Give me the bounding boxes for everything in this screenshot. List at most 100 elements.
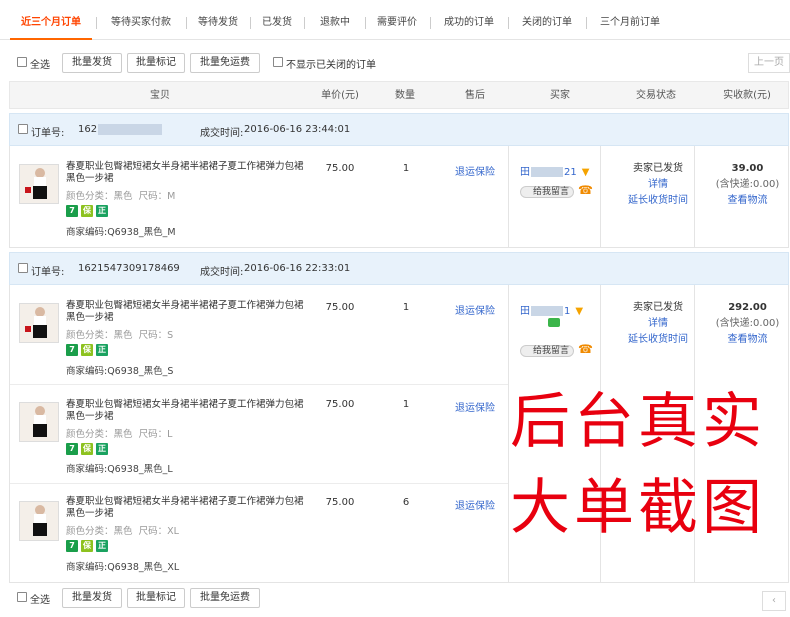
return-insurance-link[interactable]: 退运保险 [440,497,510,512]
select-all-checkbox[interactable] [17,592,27,602]
order-no-value: 1621547309178469 [78,263,180,274]
product-thumbnail[interactable] [19,501,59,541]
buyer-name[interactable]: 田 21 ▼ [520,163,589,178]
view-logistics-link[interactable]: 查看物流 [705,332,790,348]
tab-awaiting-shipment[interactable]: 等待发货 [190,0,246,40]
select-all-checkbox[interactable] [17,57,27,67]
unit-price: 75.00 [325,302,355,313]
paid-total: 292.00 [728,302,767,313]
prev-page-arrow-icon[interactable]: ‹ [762,591,786,611]
col-after-sale: 售后 [465,90,485,101]
batch-mark-button[interactable]: 批量标记 [127,53,185,73]
trade-status-cell: 卖家已发货 详情 延长收货时间 [612,161,704,209]
service-badges: 7保正 [66,344,111,358]
deal-time-value: 2016-06-16 22:33:01 [244,263,351,274]
tab-need-review[interactable]: 需要评价 [368,0,426,40]
hide-closed-label: 不显示已关闭的订单 [286,60,376,71]
unit-price: 75.00 [325,399,355,410]
batch-free-shipping-button[interactable]: 批量免运费 [190,588,260,608]
buyer-name[interactable]: 田 1 ▼ [520,302,583,317]
tab-refunding[interactable]: 退款中 [308,0,362,40]
order-header: 订单号: 1621547309178469 成交时间: 2016-06-16 2… [9,252,789,285]
tab-recent-3-months[interactable]: 近三个月订单 [10,0,92,40]
authentic-guarantee-icon: 正 [96,443,108,455]
paid-total: 39.00 [731,163,764,174]
select-all-label: 全选 [30,60,50,71]
extend-receipt-link[interactable]: 延长收货时间 [612,193,704,209]
product-attributes: 颜色分类：黑色 尺码：S [66,330,174,341]
quantity: 1 [402,399,410,410]
extend-receipt-link[interactable]: 延长收货时间 [612,332,704,348]
tab-divider [186,17,187,29]
return-insurance-link[interactable]: 退运保险 [440,163,510,178]
product-name[interactable]: 春夏职业包臀裙短裙女半身裙半裙裙子夏工作裙弹力包裙黑色一步裙 [66,496,306,520]
seven-day-return-icon: 7 [66,540,78,552]
unit-price: 75.00 [325,497,355,508]
seven-day-return-icon: 7 [66,443,78,455]
order-no-label: 订单号: [31,128,65,139]
batch-free-shipping-button[interactable]: 批量免运费 [190,53,260,73]
product-name[interactable]: 春夏职业包臀裙短裙女半身裙半裙裙子夏工作裙弹力包裙黑色一步裙 [66,399,306,423]
order-checkbox[interactable] [18,263,28,273]
batch-mark-button[interactable]: 批量标记 [127,588,185,608]
flag-icon[interactable]: ▼ [575,306,583,317]
details-link[interactable]: 详情 [612,177,704,193]
quantity: 6 [402,497,410,508]
tab-successful[interactable]: 成功的订单 [434,0,504,40]
order-no-label: 订单号: [31,267,65,278]
deal-time-value: 2016-06-16 23:44:01 [244,124,351,135]
unit-price: 75.00 [325,163,355,174]
deal-time-label: 成交时间: [200,128,244,139]
col-buyer: 买家 [550,90,570,101]
service-badges: 7保正 [66,540,111,554]
tab-divider [586,17,587,29]
product-name[interactable]: 春夏职业包臀裙短裙女半身裙半裙裙子夏工作裙弹力包裙黑色一步裙 [66,161,306,185]
product-thumbnail[interactable] [19,164,59,204]
service-badges: 7保正 [66,205,111,219]
batch-ship-button[interactable]: 批量发货 [62,588,122,608]
order-header: 订单号: 162 成交时间: 2016-06-16 23:44:01 [9,113,789,146]
trade-status-cell: 卖家已发货 详情 延长收货时间 [612,300,704,348]
status-shipped: 卖家已发货 [633,163,683,174]
order-checkbox[interactable] [18,124,28,134]
tab-awaiting-payment[interactable]: 等待买家付款 [100,0,182,40]
merchant-code: 商家编码:Q6938_黑色_XL [66,562,180,573]
chat-icon[interactable] [548,318,560,327]
consumer-protection-icon: 保 [81,344,93,356]
product-attributes: 颜色分类：黑色 尺码：XL [66,526,179,537]
hide-closed-checkbox[interactable] [273,57,283,67]
leave-message-button[interactable]: 给我留言 [520,345,575,357]
product-thumbnail[interactable] [19,402,59,442]
tab-older-than-3-months[interactable]: 三个月前订单 [590,0,670,40]
tab-divider [365,17,366,29]
bottom-toolbar: 全选 批量发货 批量标记 批量免运费 ‹ [0,585,790,615]
order-card: 春夏职业包臀裙短裙女半身裙半裙裙子夏工作裙弹力包裙黑色一步裙 颜色分类：黑色 尺… [9,146,789,248]
phone-icon[interactable]: ☎ [578,342,593,356]
tab-shipped[interactable]: 已发货 [254,0,300,40]
consumer-protection-icon: 保 [81,443,93,455]
return-insurance-link[interactable]: 退运保险 [440,302,510,317]
product-attributes: 颜色分类：黑色 尺码：L [66,429,173,440]
order-no-value: 162 [78,124,98,135]
prev-page-button[interactable]: 上一页 [748,53,790,73]
tab-divider [508,17,509,29]
product-name[interactable]: 春夏职业包臀裙短裙女半身裙半裙裙子夏工作裙弹力包裙黑色一步裙 [66,300,306,324]
details-link[interactable]: 详情 [612,316,704,332]
shipping-note: (含快递:0.00) [715,318,780,329]
return-insurance-link[interactable]: 退运保险 [440,399,510,414]
tab-divider [96,17,97,29]
phone-icon[interactable]: ☎ [578,183,593,197]
authentic-guarantee-icon: 正 [96,540,108,552]
leave-message-button[interactable]: 给我留言 [520,186,575,198]
col-qty: 数量 [395,90,415,101]
view-logistics-link[interactable]: 查看物流 [705,193,790,209]
merchant-code: 商家编码:Q6938_黑色_S [66,366,174,377]
tab-closed[interactable]: 关闭的订单 [512,0,582,40]
paid-amount-cell: 39.00 (含快递:0.00) 查看物流 [705,161,790,209]
flag-icon[interactable]: ▼ [582,167,590,178]
shipping-note: (含快递:0.00) [715,179,780,190]
col-product: 宝贝 [150,90,170,101]
product-thumbnail[interactable] [19,303,59,343]
product-attributes: 颜色分类：黑色 尺码：M [66,191,176,202]
batch-ship-button[interactable]: 批量发货 [62,53,122,73]
